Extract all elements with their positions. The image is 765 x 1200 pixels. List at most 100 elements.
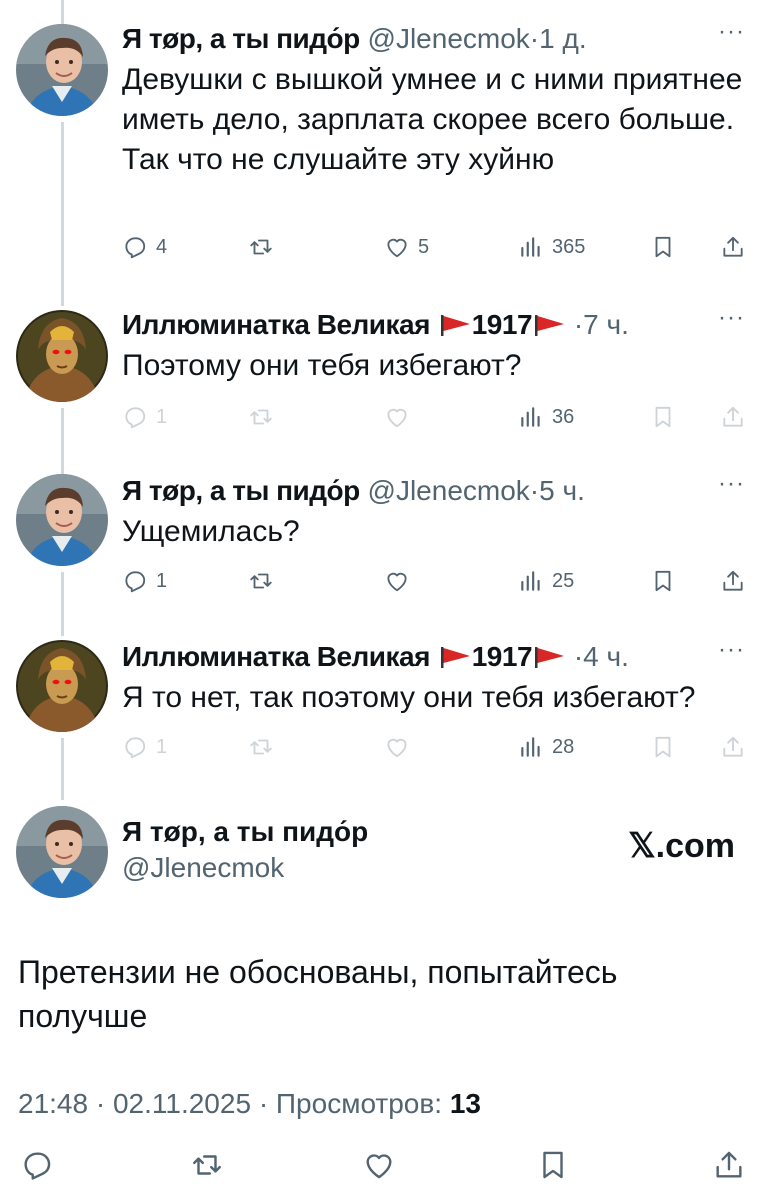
separator: ·: [529, 23, 540, 54]
reply-count: 1: [156, 569, 168, 592]
avatar[interactable]: [16, 640, 108, 732]
tweet-actions: 4 5 365: [122, 234, 747, 268]
red-flag-icon: [532, 313, 566, 337]
author-name[interactable]: Я тøр, а ты пидо́р: [122, 23, 360, 54]
retweet-icon: [248, 234, 274, 260]
views-count: 28: [552, 735, 575, 758]
author-name[interactable]: Иллюминатка Великая: [122, 641, 430, 672]
author-name-suffix[interactable]: 1917: [472, 641, 533, 672]
retweet-icon: [190, 1148, 224, 1182]
tweet-header: Иллюминатка Великая 1917 ·7 ч.: [122, 308, 745, 342]
tweet-text: Ущемилась?: [122, 515, 300, 548]
bookmark-button[interactable]: [536, 1148, 570, 1182]
author-handle[interactable]: @Jlenecmok: [368, 23, 530, 54]
like-button[interactable]: [384, 568, 410, 594]
more-options-icon[interactable]: ···: [718, 18, 745, 46]
tweet-time[interactable]: 21:48: [18, 1088, 88, 1119]
author-handle[interactable]: @Jlenecmok: [368, 475, 530, 506]
reply-icon: [122, 234, 148, 260]
tweet-actions: 1 25: [122, 568, 747, 602]
main-tweet-actions: [0, 1148, 765, 1198]
author-name[interactable]: Иллюминатка Великая: [122, 309, 430, 340]
tweet-date[interactable]: 02.11.2025: [113, 1088, 251, 1119]
views-count: 365: [552, 235, 586, 258]
reply-button[interactable]: 1: [122, 568, 167, 594]
tweet-text: Девушки с вышкой умнее и с ними приятнее…: [122, 63, 743, 176]
retweet-button[interactable]: [190, 1148, 224, 1182]
tweet-text: Я то нет, так поэтому они тебя избегают?: [122, 681, 696, 714]
separator: ·: [258, 1088, 269, 1119]
share-button[interactable]: [720, 234, 746, 260]
share-button[interactable]: [720, 568, 746, 594]
bookmark-button[interactable]: [650, 568, 676, 594]
more-options-icon[interactable]: ···: [718, 304, 745, 332]
like-count: 5: [418, 235, 430, 258]
views-button[interactable]: 36: [518, 404, 574, 430]
reply-button[interactable]: 4: [122, 234, 167, 260]
tweet-views: 28: [122, 734, 747, 768]
views-icon: [518, 404, 544, 430]
reply-count: 4: [156, 235, 168, 258]
views-count: 25: [552, 569, 575, 592]
author-name[interactable]: Я тøр, а ты пидо́р: [122, 816, 368, 848]
tweet[interactable]: Иллюминатка Великая 1917 ·7 ч. ··· Поэто…: [0, 304, 765, 458]
author-name-suffix[interactable]: 1917: [472, 309, 533, 340]
tweet-header: Я тøр, а ты пидо́р @Jlenecmok·1 д.: [122, 22, 745, 56]
share-icon: [720, 234, 746, 260]
separator: ·: [573, 641, 584, 672]
tweet[interactable]: Иллюминатка Великая 1917 ·4 ч. ··· Я то …: [0, 636, 765, 790]
share-button[interactable]: [712, 1148, 746, 1182]
tweet[interactable]: Я тøр, а ты пидо́р @Jlenecmok·1 д. ··· Д…: [0, 18, 765, 292]
thread-line: [61, 0, 64, 24]
like-icon: [384, 568, 410, 594]
author-name[interactable]: Я тøр, а ты пидо́р: [122, 475, 360, 506]
retweet-button[interactable]: [248, 568, 274, 594]
retweet-icon: [248, 568, 274, 594]
retweet-button[interactable]: [248, 234, 282, 260]
avatar[interactable]: [16, 24, 108, 116]
x-logo: 𝕏.com: [628, 827, 735, 865]
views-icon: [518, 234, 544, 260]
tweet-time[interactable]: 7 ч.: [583, 309, 629, 340]
reply-icon: [122, 568, 148, 594]
tweet-time[interactable]: 1 д.: [539, 23, 586, 54]
tweet-time[interactable]: 5 ч.: [539, 475, 585, 506]
like-button[interactable]: 5: [384, 234, 429, 260]
reply-button[interactable]: [20, 1148, 54, 1182]
bookmark-icon: [650, 234, 676, 260]
separator: ·: [529, 475, 540, 506]
main-tweet-text: Претензии не обоснованы, попытайтесь пол…: [18, 954, 618, 1034]
like-icon: [362, 1148, 396, 1182]
views-button[interactable]: 25: [518, 568, 574, 594]
avatar[interactable]: [16, 806, 108, 898]
tweet-views: 36: [122, 404, 747, 438]
bookmark-icon: [536, 1148, 570, 1182]
tweet-header: Иллюминатка Великая 1917 ·4 ч.: [122, 640, 745, 674]
main-author: Я тøр, а ты пидо́р @Jlenecmok: [122, 816, 368, 884]
red-flag-icon: [438, 313, 472, 337]
views-icon: [518, 734, 544, 760]
bookmark-button[interactable]: [650, 234, 676, 260]
views-button[interactable]: 28: [518, 734, 574, 760]
views-label: Просмотров:: [275, 1088, 443, 1119]
views-count: 13: [449, 1088, 481, 1119]
red-flag-icon: [532, 645, 566, 669]
tweet-time[interactable]: 4 ч.: [583, 641, 629, 672]
tweet-text: Поэтому они тебя избегают?: [122, 349, 522, 382]
like-icon: [384, 234, 410, 260]
more-options-icon[interactable]: ···: [718, 636, 745, 664]
views-count: 36: [552, 405, 575, 428]
tweet-header: Я тøр, а ты пидо́р @Jlenecmok·5 ч.: [122, 474, 745, 508]
avatar[interactable]: [16, 474, 108, 566]
tweet-meta: 21:48 · 02.11.2025 · Просмотров: 13: [18, 1088, 481, 1120]
separator: ·: [95, 1088, 106, 1119]
share-icon: [720, 568, 746, 594]
more-options-icon[interactable]: ···: [718, 470, 745, 498]
share-icon: [712, 1148, 746, 1182]
author-handle[interactable]: @Jlenecmok: [122, 852, 368, 884]
tweet[interactable]: Я тøр, а ты пидо́р @Jlenecmok·5 ч. ··· У…: [0, 470, 765, 624]
like-button[interactable]: [362, 1148, 396, 1182]
views-button[interactable]: 365: [518, 234, 585, 260]
avatar[interactable]: [16, 310, 108, 402]
reply-icon: [20, 1148, 54, 1182]
